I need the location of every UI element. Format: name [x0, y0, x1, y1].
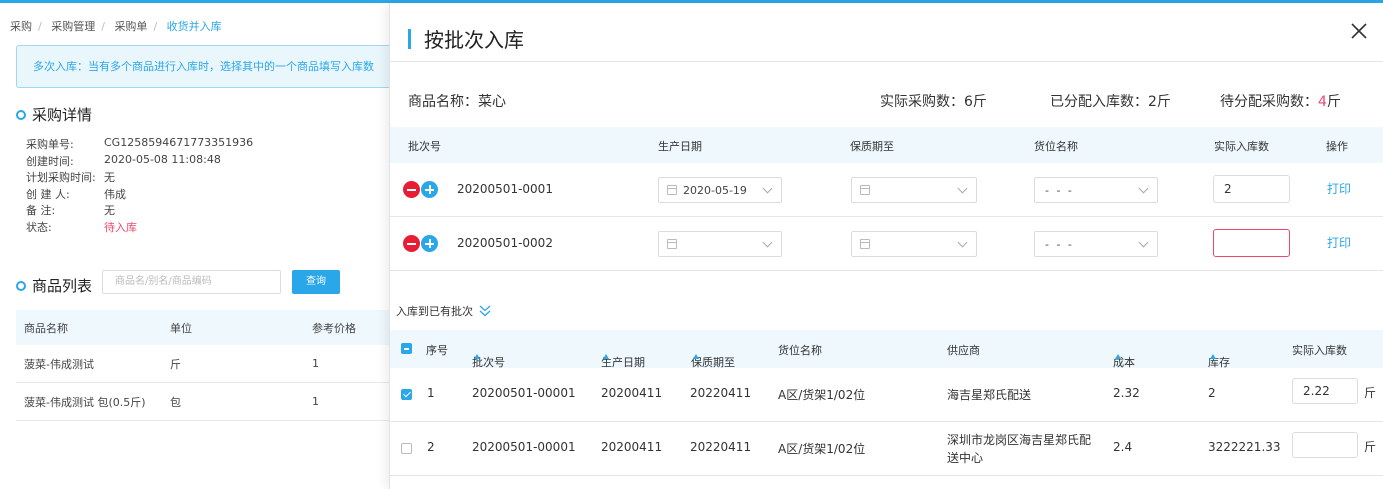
breadcrumb-current: 收货并入库: [166, 20, 222, 33]
table-header: 商品名称 单位 参考价格: [16, 310, 389, 345]
chevron-down-icon: [762, 183, 773, 194]
remark: 无: [104, 204, 115, 217]
creator: 伟成: [104, 187, 126, 201]
table-header: 序号 批次号 生产日期 保质期至 货位名称 供应商 成本 库存 实际入库数: [390, 330, 1383, 369]
row-checkbox[interactable]: [401, 443, 412, 454]
row-checkbox[interactable]: [401, 389, 412, 400]
table-row[interactable]: 菠菜-伟成测试 包(0.5斤) 包 1: [16, 383, 389, 421]
table-row[interactable]: 1 20200501-00001 20200411 20220411 A区/货架…: [390, 368, 1383, 422]
remove-batch-icon[interactable]: [403, 181, 420, 198]
add-batch-icon[interactable]: [421, 181, 438, 198]
planned-time: 无: [104, 171, 115, 184]
table-row[interactable]: 菠菜-伟成测试 斤 1: [16, 345, 389, 383]
section-dot-icon: [16, 280, 26, 291]
existing-batch-toggle[interactable]: 入库到已有批次: [396, 303, 491, 319]
existing-batch-table: 序号 批次号 生产日期 保质期至 货位名称 供应商 成本 库存 实际入库数 1 …: [390, 330, 1383, 476]
calendar-icon: [860, 185, 870, 195]
detail-section-title: 采购详情: [16, 104, 92, 125]
print-link[interactable]: 打印: [1327, 180, 1351, 197]
title-accent-bar: [408, 28, 411, 49]
section-dot-icon: [16, 109, 26, 120]
expiry-date-picker[interactable]: [851, 231, 977, 257]
chevron-down-icon: [1138, 237, 1149, 248]
product-name: 商品名称：菜心: [408, 94, 506, 110]
pending-value: 4: [1318, 94, 1327, 110]
calendar-icon: [667, 185, 677, 195]
batch-number: 20200501-0002: [457, 236, 553, 250]
status-badge: 待入库: [104, 220, 137, 234]
detail-info: 采购单号: CG1258594671773351936 创建时间: 2020-05-…: [26, 136, 254, 234]
created-time: 2020-05-08 11:08:48: [104, 152, 221, 166]
table-header: 批次号 生产日期 保质期至 货位名称 实际入库数 操作: [390, 127, 1383, 163]
double-chevron-down-icon: [479, 305, 491, 317]
order-number: CG1258594671773351936: [104, 136, 254, 149]
calendar-icon: [860, 239, 870, 249]
close-icon[interactable]: [1347, 19, 1371, 43]
calendar-icon: [667, 239, 677, 249]
product-search-input[interactable]: 商品名/别名/商品编码: [102, 270, 281, 294]
inbound-qty-input[interactable]: [1292, 432, 1358, 458]
batch-table: 批次号 生产日期 保质期至 货位名称 实际入库数 操作 20200501-000…: [390, 127, 1383, 271]
table-row: 20200501-0002 - - - 打印: [390, 217, 1383, 271]
chevron-down-icon: [1138, 183, 1149, 194]
inbound-qty-input[interactable]: 2: [1213, 175, 1290, 203]
remove-batch-icon[interactable]: [403, 235, 420, 252]
location-select[interactable]: - - -: [1034, 177, 1158, 203]
select-all-checkbox[interactable]: [401, 343, 412, 354]
actual-purchase-count: 实际采购数：6斤: [880, 94, 987, 110]
expiry-date-picker[interactable]: [851, 177, 977, 203]
breadcrumb-item[interactable]: 采购单: [114, 20, 147, 33]
pending-count: 待分配采购数：4斤: [1220, 94, 1341, 110]
product-table: 商品名称 单位 参考价格 菠菜-伟成测试 斤 1 菠菜-伟成测试 包(0.5斤)…: [16, 310, 389, 421]
batch-number: 20200501-0001: [457, 182, 553, 196]
chevron-down-icon: [957, 183, 968, 194]
breadcrumb: 采购 / 采购管理 / 采购单 / 收货并入库: [10, 20, 222, 33]
production-date-picker[interactable]: [658, 231, 782, 257]
add-batch-icon[interactable]: [421, 235, 438, 252]
table-row: 20200501-0001 2020-05-19 - - - 2 打印: [390, 163, 1383, 217]
divider: [390, 61, 1383, 62]
drawer-title: 按批次入库: [408, 24, 524, 53]
chevron-down-icon: [957, 237, 968, 248]
inbound-qty-input[interactable]: 2.22: [1292, 378, 1358, 404]
location-select[interactable]: - - -: [1034, 231, 1158, 257]
production-date-picker[interactable]: 2020-05-19: [658, 177, 782, 203]
inbound-qty-input[interactable]: [1213, 229, 1290, 257]
breadcrumb-item[interactable]: 采购: [10, 20, 32, 33]
purchase-order-page: 采购 / 采购管理 / 采购单 / 收货并入库 多次入库：当有多个商品进行入库时，选择…: [0, 3, 389, 489]
product-list-title: 商品列表: [16, 275, 92, 296]
breadcrumb-item[interactable]: 采购管理: [51, 20, 95, 33]
allocated-count: 已分配入库数：2斤: [1050, 94, 1171, 110]
info-banner: 多次入库：当有多个商品进行入库时，选择其中的一个商品填写入库数: [16, 45, 389, 88]
table-row[interactable]: 2 20200501-00001 20200411 20220411 A区/货架…: [390, 422, 1383, 476]
print-link[interactable]: 打印: [1327, 234, 1351, 251]
batch-inbound-drawer: 按批次入库 商品名称：菜心 实际采购数：6斤 已分配入库数：2斤 待分配采购数：…: [389, 3, 1383, 489]
query-button[interactable]: 查询: [292, 270, 340, 294]
chevron-down-icon: [762, 237, 773, 248]
